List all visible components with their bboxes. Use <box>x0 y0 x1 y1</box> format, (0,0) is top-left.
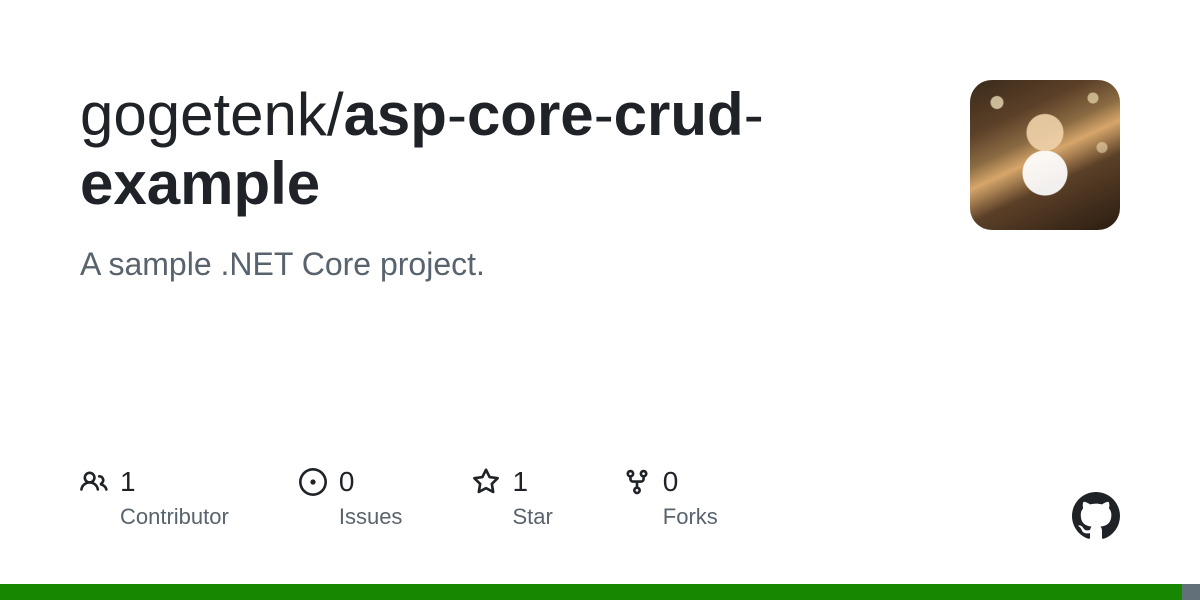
language-segment <box>1182 584 1200 600</box>
fork-icon <box>623 468 651 496</box>
stat-label: Star <box>512 504 552 530</box>
stat-forks[interactable]: 0 Forks <box>623 466 718 530</box>
stat-count: 0 <box>339 466 355 498</box>
stats-row: 1 Contributor 0 Issues 1 Star 0 Forks <box>80 466 718 530</box>
stat-count: 1 <box>512 466 528 498</box>
people-icon <box>80 468 108 496</box>
stat-count: 0 <box>663 466 679 498</box>
stat-label: Contributor <box>120 504 229 530</box>
github-logo-icon[interactable] <box>1072 492 1120 540</box>
star-icon <box>472 468 500 496</box>
repo-title[interactable]: gogetenk/asp-core-crud-example <box>80 80 930 218</box>
stat-issues[interactable]: 0 Issues <box>299 466 403 530</box>
avatar[interactable] <box>970 80 1120 230</box>
repo-description: A sample .NET Core project. <box>80 246 930 283</box>
repo-slash: / <box>327 81 344 148</box>
language-bar <box>0 584 1200 600</box>
stat-star[interactable]: 1 Star <box>472 466 552 530</box>
issue-icon <box>299 468 327 496</box>
stat-label: Forks <box>663 504 718 530</box>
stat-contributor[interactable]: 1 Contributor <box>80 466 229 530</box>
stat-count: 1 <box>120 466 136 498</box>
repo-owner[interactable]: gogetenk <box>80 81 327 148</box>
language-segment <box>0 584 1182 600</box>
stat-label: Issues <box>339 504 403 530</box>
